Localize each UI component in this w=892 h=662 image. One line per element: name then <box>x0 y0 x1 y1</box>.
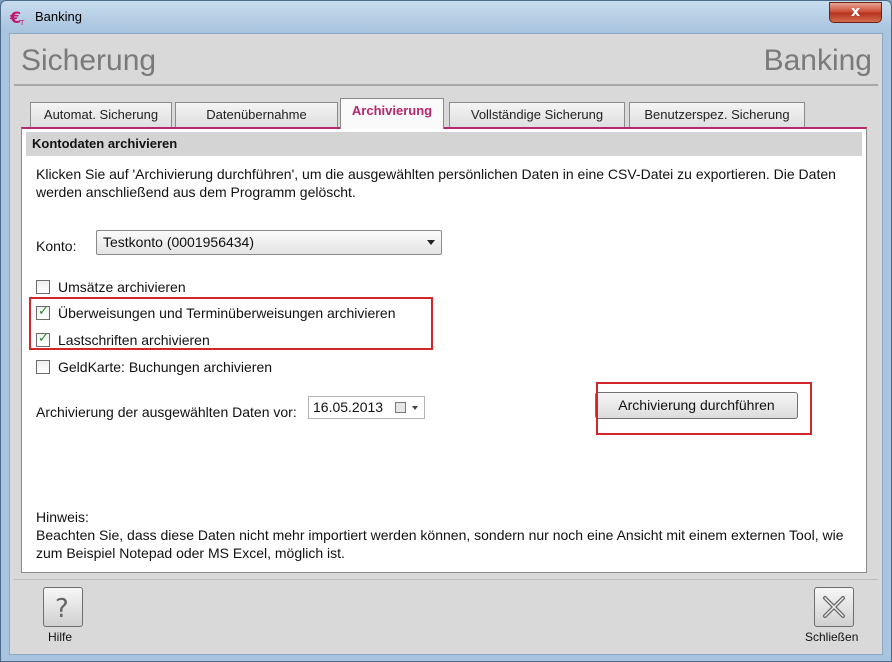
title-bar: € T Banking x <box>1 1 891 33</box>
intro-text: Klicken Sie auf 'Archivierung durchführe… <box>36 166 836 200</box>
window-title: Banking <box>35 9 82 24</box>
banking-window: € T Banking x Sicherung Banking Automat.… <box>0 0 892 662</box>
highlight-box-checkboxes <box>29 297 433 350</box>
app-brand: Banking <box>763 44 872 77</box>
euro-icon: € T <box>9 8 27 27</box>
tab-archivierung[interactable]: Archivierung <box>340 98 444 129</box>
archivierung-panel: Kontodaten archivieren Klicken Sie auf '… <box>21 127 867 573</box>
close-button[interactable] <box>814 587 854 627</box>
header-divider <box>14 84 878 86</box>
highlight-box-button <box>596 382 812 435</box>
footer-divider <box>14 579 878 580</box>
calendar-icon[interactable] <box>395 402 406 413</box>
question-icon: ? <box>50 592 76 626</box>
svg-text:T: T <box>19 19 25 26</box>
chevron-down-icon <box>427 240 435 245</box>
tab-bar: Automat. Sicherung Datenübernahme Archiv… <box>30 98 870 129</box>
help-label: Hilfe <box>48 630 73 644</box>
window-close-button[interactable]: x <box>829 2 882 23</box>
tab-benutzerspez-sicherung[interactable]: Benutzerspez. Sicherung <box>629 102 805 128</box>
tab-automat-sicherung[interactable]: Automat. Sicherung <box>30 102 172 128</box>
tab-datenuebernahme[interactable]: Datenübernahme <box>175 102 338 128</box>
section-title: Kontodaten archivieren <box>26 132 862 156</box>
hint-title: Hinweis: <box>36 509 89 525</box>
checkbox-label: GeldKarte: Buchungen archivieren <box>58 359 273 375</box>
client-area: Sicherung Banking Automat. Sicherung Dat… <box>9 33 883 655</box>
konto-label: Konto: <box>36 238 77 254</box>
konto-select-value: Testkonto (0001956434) <box>103 234 254 250</box>
konto-select[interactable]: Testkonto (0001956434) <box>96 230 442 255</box>
date-label: Archivierung der ausgewählten Daten vor: <box>36 404 297 420</box>
chevron-down-icon[interactable] <box>412 406 418 410</box>
checkbox-box[interactable] <box>36 280 50 294</box>
hint-text: Beachten Sie, dass diese Daten nicht meh… <box>36 527 844 561</box>
checkbox-label: Umsätze archivieren <box>58 279 186 295</box>
help-button[interactable]: ? <box>43 587 83 627</box>
tab-vollstaendige-sicherung[interactable]: Vollständige Sicherung <box>449 102 625 128</box>
checkbox-box[interactable] <box>36 360 50 374</box>
date-value: 16.05.2013 <box>313 399 384 415</box>
x-icon <box>822 595 846 623</box>
close-label: Schließen <box>805 630 859 644</box>
date-picker[interactable]: 16.05.2013 <box>308 396 425 419</box>
svg-text:?: ? <box>55 594 69 622</box>
page-title: Sicherung <box>21 44 157 77</box>
